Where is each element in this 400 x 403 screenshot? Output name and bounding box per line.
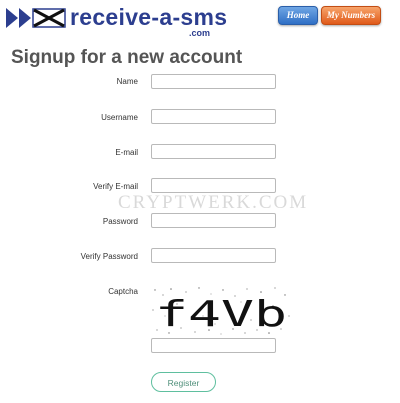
captcha-text: f4Vb (155, 294, 287, 335)
verify-email-input[interactable] (151, 178, 276, 193)
username-input[interactable] (151, 109, 276, 124)
verify-password-label: Verify Password (80, 252, 138, 261)
watermark: CRYPTWERK.COM (118, 192, 309, 213)
home-button[interactable]: Home (278, 6, 318, 25)
logo-text: receive-a-sms (70, 4, 228, 30)
register-button[interactable]: Register (151, 372, 216, 392)
verify-password-input[interactable] (151, 248, 276, 263)
username-label: Username (101, 113, 138, 122)
name-input[interactable] (151, 74, 276, 89)
verify-email-label: Verify E-mail (93, 182, 138, 191)
logo-domain-suffix: .com (189, 28, 211, 38)
captcha-input[interactable] (151, 338, 276, 353)
password-input[interactable] (151, 213, 276, 228)
password-label: Password (102, 217, 138, 226)
logo-arrows-icon (6, 8, 66, 28)
site-logo[interactable]: receive-a-sms .com (6, 4, 266, 38)
my-numbers-button[interactable]: My Numbers (321, 6, 381, 25)
email-label: E-mail (115, 148, 138, 157)
captcha-label: Captcha (108, 287, 138, 296)
captcha-image: f4Vb (152, 287, 290, 335)
page-title: Signup for a new account (11, 47, 243, 68)
email-input[interactable] (151, 144, 276, 159)
name-label: Name (116, 77, 138, 86)
signup-page: receive-a-sms .com Home My Numbers Signu… (0, 0, 400, 403)
